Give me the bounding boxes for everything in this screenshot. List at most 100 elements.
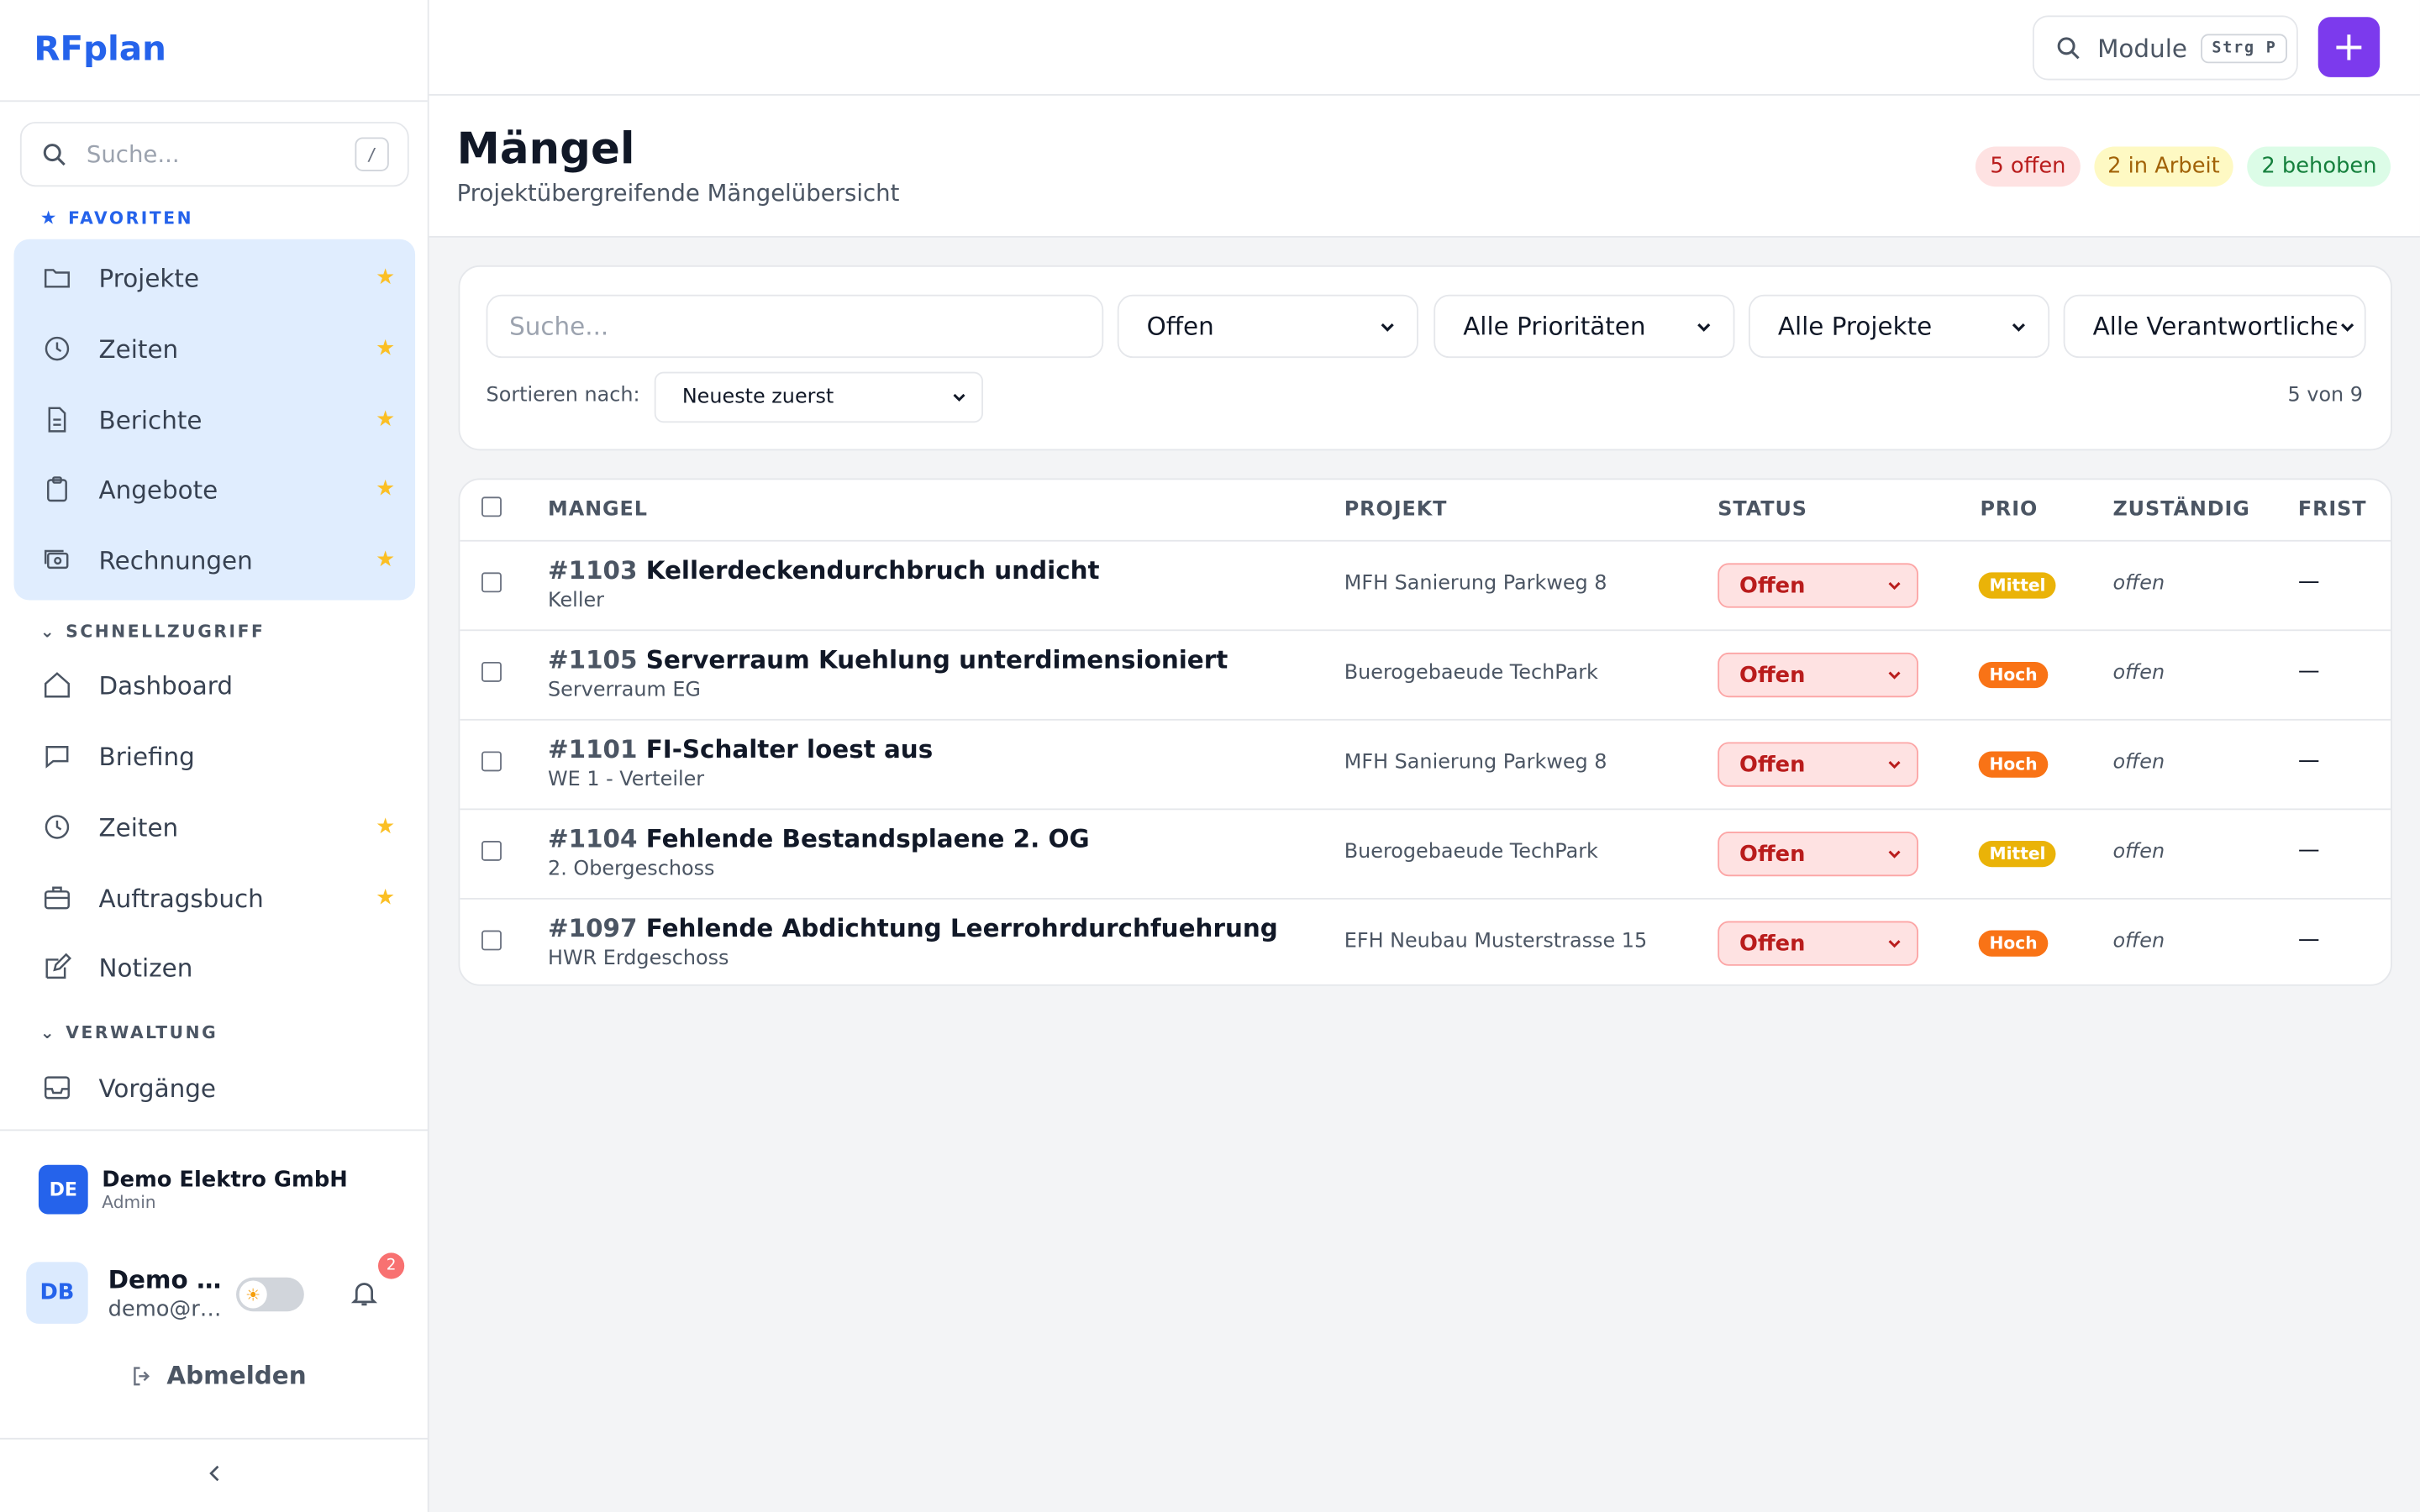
status-filter-select[interactable]: Offen: [1117, 294, 1418, 359]
chevron-down-icon: [1888, 940, 1901, 948]
defect-project: MFH Sanierung Parkweg 8: [1344, 751, 1607, 775]
defect-project: EFH Neubau Musterstrasse 15: [1344, 930, 1648, 954]
sidebar-item-berichte[interactable]: Berichte ★: [40, 389, 404, 450]
defect-title[interactable]: #1105 Serverraum Kuehlung unterdimension…: [548, 645, 1228, 675]
clock-icon: [40, 810, 74, 843]
column-header-due[interactable]: FRIST: [2298, 498, 2367, 522]
column-header-prio[interactable]: PRIO: [1980, 498, 2038, 522]
favorite-star-icon[interactable]: ★: [376, 407, 395, 432]
sort-select[interactable]: Neueste zuerst: [654, 371, 983, 423]
chevron-down-icon: [1697, 323, 1711, 331]
priority-badge: Hoch: [1978, 930, 2049, 957]
favorite-star-icon[interactable]: ★: [376, 265, 395, 290]
chevron-down-icon: [1888, 850, 1901, 858]
module-shortcut-key: Strg P: [2201, 33, 2288, 63]
row-checkbox[interactable]: [481, 930, 502, 951]
defect-title[interactable]: #1103 Kellerdeckendurchbruch undicht: [548, 555, 1100, 585]
open-count-badge[interactable]: 5 offen: [1975, 146, 2081, 187]
logout-button[interactable]: Abmelden: [129, 1361, 307, 1390]
select-all-checkbox[interactable]: [481, 496, 502, 517]
due-date-value: —: [2297, 748, 2320, 774]
favorite-star-icon[interactable]: ★: [376, 477, 395, 501]
home-icon: [40, 668, 74, 701]
admin-section-label[interactable]: ⌄ VERWALTUNG: [40, 1023, 218, 1043]
status-select[interactable]: Offen: [1718, 563, 1919, 608]
collapse-sidebar-button[interactable]: [201, 1460, 229, 1494]
due-date-value: —: [2297, 659, 2320, 684]
search-icon: [2057, 37, 2080, 60]
defect-title[interactable]: #1104 Fehlende Bestandsplaene 2. OG: [548, 824, 1090, 853]
status-select[interactable]: Offen: [1718, 921, 1919, 966]
sidebar-item-auftragsbuch[interactable]: Auftragsbuch ★: [40, 867, 404, 928]
favorite-star-icon[interactable]: ★: [376, 336, 395, 360]
table-row[interactable]: #1105 Serverraum Kuehlung unterdimension…: [460, 631, 2391, 721]
org-name: Demo Elektro GmbH: [102, 1167, 348, 1192]
row-checkbox[interactable]: [481, 751, 502, 772]
row-checkbox[interactable]: [481, 661, 502, 682]
favorite-star-icon[interactable]: ★: [376, 815, 395, 839]
priority-badge: Hoch: [1978, 751, 2049, 778]
table-row[interactable]: #1101 FI-Schalter loest aus WE 1 - Verte…: [460, 721, 2391, 811]
status-select[interactable]: Offen: [1718, 652, 1919, 698]
add-button[interactable]: +: [2317, 17, 2381, 77]
defect-search-input[interactable]: Suche...: [486, 294, 1104, 359]
due-date-value: —: [2297, 837, 2320, 863]
sidebar-search-input[interactable]: Suche... /: [19, 122, 409, 187]
chevron-down-icon: [1888, 671, 1901, 680]
user-profile[interactable]: DB Demo Benutzer demo@rfplan.de: [26, 1262, 223, 1324]
org-role: Admin: [102, 1191, 156, 1212]
sidebar-item-vorgaenge[interactable]: Vorgänge: [40, 1057, 404, 1118]
favorite-star-icon[interactable]: ★: [376, 548, 395, 572]
sidebar-item-zeiten[interactable]: Zeiten ★: [40, 796, 404, 858]
table-row[interactable]: #1097 Fehlende Abdichtung Leerrohrdurchf…: [460, 900, 2391, 984]
column-header-status[interactable]: STATUS: [1718, 498, 1807, 522]
bell-icon: [350, 1283, 378, 1306]
cash-icon: [40, 543, 74, 577]
sidebar-item-rechnungen[interactable]: Rechnungen ★: [40, 529, 404, 591]
column-header-responsible[interactable]: ZUSTÄNDIG: [2112, 498, 2249, 522]
user-email: demo@rfplan.de: [108, 1296, 223, 1322]
table-row[interactable]: #1104 Fehlende Bestandsplaene 2. OG 2. O…: [460, 810, 2391, 900]
in-progress-count-badge[interactable]: 2 in Arbeit: [2093, 146, 2234, 187]
sidebar-item-angebote[interactable]: Angebote ★: [40, 458, 404, 519]
table-row[interactable]: #1103 Kellerdeckendurchbruch undicht Kel…: [460, 542, 2391, 632]
status-select[interactable]: Offen: [1718, 742, 1919, 787]
defect-location: 2. Obergeschoss: [548, 858, 715, 881]
responsible-filter-select[interactable]: Alle Verantwortlichen: [2063, 294, 2366, 359]
brand-logo[interactable]: RFplan: [34, 31, 166, 70]
document-icon: [40, 402, 74, 436]
star-icon: ★: [39, 207, 60, 228]
module-search-button[interactable]: Module Strg P: [2032, 15, 2298, 81]
organization-switcher[interactable]: DE Demo Elektro GmbH Admin: [38, 1164, 348, 1215]
sidebar-item-notizen[interactable]: Notizen: [40, 937, 404, 998]
column-header-project[interactable]: PROJEKT: [1344, 498, 1448, 522]
defect-search-placeholder: Suche...: [509, 312, 609, 341]
sidebar-item-projekte[interactable]: Projekte ★: [40, 247, 404, 308]
quick-access-section-label[interactable]: ⌄ SCHNELLZUGRIFF: [40, 622, 266, 642]
responsible-value: offen: [2112, 751, 2165, 775]
row-checkbox[interactable]: [481, 841, 502, 861]
project-filter-select[interactable]: Alle Projekte: [1748, 294, 2050, 359]
status-select[interactable]: Offen: [1718, 831, 1919, 877]
briefcase-icon: [40, 881, 74, 915]
sidebar-item-zeiten-favorite[interactable]: Zeiten ★: [40, 318, 404, 379]
sidebar-item-dashboard[interactable]: Dashboard: [40, 654, 404, 716]
row-checkbox[interactable]: [481, 572, 502, 593]
defect-title[interactable]: #1097 Fehlende Abdichtung Leerrohrdurchf…: [548, 913, 1278, 942]
notifications-button[interactable]: [349, 1278, 380, 1315]
defect-title[interactable]: #1101 FI-Schalter loest aus: [548, 734, 933, 764]
sidebar-item-briefing[interactable]: Briefing: [40, 725, 404, 786]
priority-filter-select[interactable]: Alle Prioritäten: [1434, 294, 1735, 359]
top-bar: Module Strg P +: [429, 0, 2420, 96]
org-avatar: DE: [38, 1164, 88, 1215]
avatar: DB: [26, 1262, 88, 1324]
defects-table: MANGEL PROJEKT STATUS PRIO ZUSTÄNDIG FRI…: [458, 478, 2392, 986]
priority-badge: Hoch: [1978, 661, 2049, 689]
theme-toggle[interactable]: ☀: [236, 1277, 304, 1312]
result-count: 5 von 9: [2287, 384, 2363, 407]
resolved-count-badge[interactable]: 2 behoben: [2247, 146, 2391, 187]
favorite-star-icon[interactable]: ★: [376, 885, 395, 910]
priority-badge: Mittel: [1978, 841, 2057, 868]
sidebar: RFplan Suche... / ★ FAVORITEN Projekte ★…: [0, 0, 429, 1512]
column-header-defect[interactable]: MANGEL: [548, 498, 648, 522]
